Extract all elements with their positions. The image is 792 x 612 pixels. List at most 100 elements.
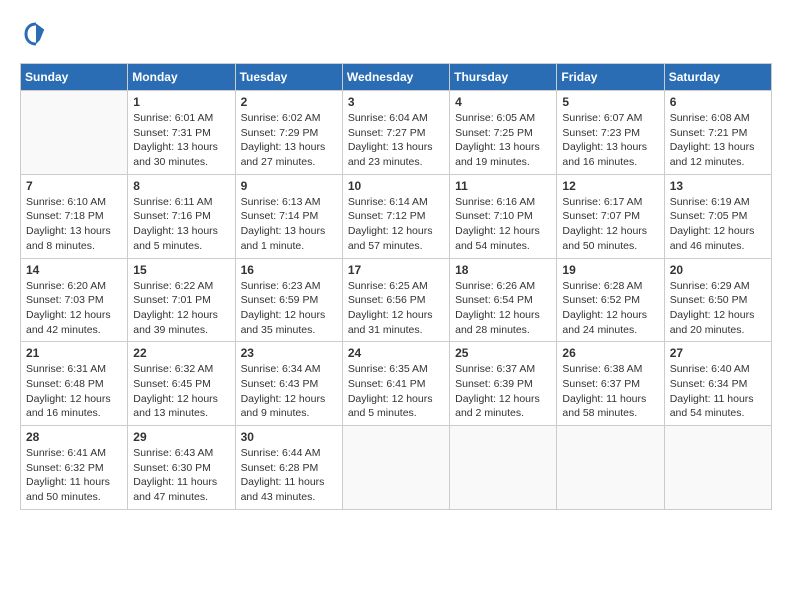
day-info: Sunrise: 6:38 AM Sunset: 6:37 PM Dayligh… <box>562 362 658 421</box>
day-info: Sunrise: 6:23 AM Sunset: 6:59 PM Dayligh… <box>241 279 337 338</box>
day-info: Sunrise: 6:20 AM Sunset: 7:03 PM Dayligh… <box>26 279 122 338</box>
calendar-cell: 10 Sunrise: 6:14 AM Sunset: 7:12 PM Dayli… <box>342 174 449 258</box>
day-info: Sunrise: 6:05 AM Sunset: 7:25 PM Dayligh… <box>455 111 551 170</box>
calendar-cell: 3 Sunrise: 6:04 AM Sunset: 7:27 PM Daylig… <box>342 91 449 175</box>
day-info: Sunrise: 6:08 AM Sunset: 7:21 PM Dayligh… <box>670 111 766 170</box>
weekday-header-thursday: Thursday <box>450 64 557 91</box>
weekday-header-wednesday: Wednesday <box>342 64 449 91</box>
calendar-cell: 24Sunrise: 6:35 AM Sunset: 6:41 PM Dayli… <box>342 342 449 426</box>
weekday-header-sunday: Sunday <box>21 64 128 91</box>
calendar-cell <box>450 426 557 510</box>
day-number: 7 <box>26 179 122 193</box>
calendar-cell: 22 Sunrise: 6:32 AM Sunset: 6:45 PM Dayli… <box>128 342 235 426</box>
calendar-cell <box>664 426 771 510</box>
day-info: Sunrise: 6:13 AM Sunset: 7:14 PM Dayligh… <box>241 195 337 254</box>
calendar-cell: 1 Sunrise: 6:01 AM Sunset: 7:31 PM Daylig… <box>128 91 235 175</box>
day-info: Sunrise: 6:37 AM Sunset: 6:39 PM Dayligh… <box>455 362 551 421</box>
day-info: Sunrise: 6:16 AM Sunset: 7:10 PM Dayligh… <box>455 195 551 254</box>
day-number: 18 <box>455 263 551 277</box>
calendar-cell: 21Sunrise: 6:31 AM Sunset: 6:48 PM Dayli… <box>21 342 128 426</box>
day-number: 26 <box>562 346 658 360</box>
day-number: 22 <box>133 346 229 360</box>
calendar-table: SundayMondayTuesdayWednesdayThursdayFrid… <box>20 63 772 510</box>
calendar-cell: 2 Sunrise: 6:02 AM Sunset: 7:29 PM Daylig… <box>235 91 342 175</box>
day-number: 16 <box>241 263 337 277</box>
day-info: Sunrise: 6:01 AM Sunset: 7:31 PM Dayligh… <box>133 111 229 170</box>
day-number: 20 <box>670 263 766 277</box>
day-number: 13 <box>670 179 766 193</box>
day-number: 24 <box>348 346 444 360</box>
calendar-cell: 16 Sunrise: 6:23 AM Sunset: 6:59 PM Dayli… <box>235 258 342 342</box>
calendar-cell <box>342 426 449 510</box>
calendar-cell: 25 Sunrise: 6:37 AM Sunset: 6:39 PM Dayli… <box>450 342 557 426</box>
day-info: Sunrise: 6:22 AM Sunset: 7:01 PM Dayligh… <box>133 279 229 338</box>
calendar-cell: 28 Sunrise: 6:41 AM Sunset: 6:32 PM Dayli… <box>21 426 128 510</box>
week-row-2: 7 Sunrise: 6:10 AM Sunset: 7:18 PM Daylig… <box>21 174 772 258</box>
calendar-cell: 23 Sunrise: 6:34 AM Sunset: 6:43 PM Dayli… <box>235 342 342 426</box>
calendar-cell <box>21 91 128 175</box>
day-number: 3 <box>348 95 444 109</box>
day-number: 5 <box>562 95 658 109</box>
day-info: Sunrise: 6:04 AM Sunset: 7:27 PM Dayligh… <box>348 111 444 170</box>
page-header <box>20 20 772 53</box>
day-number: 6 <box>670 95 766 109</box>
day-number: 8 <box>133 179 229 193</box>
week-row-1: 1 Sunrise: 6:01 AM Sunset: 7:31 PM Daylig… <box>21 91 772 175</box>
day-number: 1 <box>133 95 229 109</box>
weekday-header-row: SundayMondayTuesdayWednesdayThursdayFrid… <box>21 64 772 91</box>
day-info: Sunrise: 6:11 AM Sunset: 7:16 PM Dayligh… <box>133 195 229 254</box>
calendar-cell: 15 Sunrise: 6:22 AM Sunset: 7:01 PM Dayli… <box>128 258 235 342</box>
day-info: Sunrise: 6:32 AM Sunset: 6:45 PM Dayligh… <box>133 362 229 421</box>
day-info: Sunrise: 6:44 AM Sunset: 6:28 PM Dayligh… <box>241 446 337 505</box>
day-info: Sunrise: 6:25 AM Sunset: 6:56 PM Dayligh… <box>348 279 444 338</box>
calendar-cell: 4 Sunrise: 6:05 AM Sunset: 7:25 PM Daylig… <box>450 91 557 175</box>
week-row-4: 21Sunrise: 6:31 AM Sunset: 6:48 PM Dayli… <box>21 342 772 426</box>
calendar-cell: 9 Sunrise: 6:13 AM Sunset: 7:14 PM Daylig… <box>235 174 342 258</box>
day-info: Sunrise: 6:34 AM Sunset: 6:43 PM Dayligh… <box>241 362 337 421</box>
logo <box>20 20 50 53</box>
calendar-cell: 7 Sunrise: 6:10 AM Sunset: 7:18 PM Daylig… <box>21 174 128 258</box>
day-number: 23 <box>241 346 337 360</box>
day-number: 9 <box>241 179 337 193</box>
day-number: 4 <box>455 95 551 109</box>
weekday-header-tuesday: Tuesday <box>235 64 342 91</box>
calendar-cell: 11 Sunrise: 6:16 AM Sunset: 7:10 PM Dayli… <box>450 174 557 258</box>
day-number: 15 <box>133 263 229 277</box>
day-number: 19 <box>562 263 658 277</box>
day-info: Sunrise: 6:43 AM Sunset: 6:30 PM Dayligh… <box>133 446 229 505</box>
calendar-cell: 8 Sunrise: 6:11 AM Sunset: 7:16 PM Daylig… <box>128 174 235 258</box>
day-info: Sunrise: 6:31 AM Sunset: 6:48 PM Dayligh… <box>26 362 122 421</box>
day-info: Sunrise: 6:02 AM Sunset: 7:29 PM Dayligh… <box>241 111 337 170</box>
weekday-header-saturday: Saturday <box>664 64 771 91</box>
calendar-cell: 14 Sunrise: 6:20 AM Sunset: 7:03 PM Dayli… <box>21 258 128 342</box>
day-number: 27 <box>670 346 766 360</box>
day-info: Sunrise: 6:26 AM Sunset: 6:54 PM Dayligh… <box>455 279 551 338</box>
calendar-cell: 26 Sunrise: 6:38 AM Sunset: 6:37 PM Dayli… <box>557 342 664 426</box>
calendar-cell: 17Sunrise: 6:25 AM Sunset: 6:56 PM Dayli… <box>342 258 449 342</box>
day-info: Sunrise: 6:41 AM Sunset: 6:32 PM Dayligh… <box>26 446 122 505</box>
day-number: 25 <box>455 346 551 360</box>
weekday-header-monday: Monday <box>128 64 235 91</box>
day-number: 29 <box>133 430 229 444</box>
day-info: Sunrise: 6:29 AM Sunset: 6:50 PM Dayligh… <box>670 279 766 338</box>
day-number: 10 <box>348 179 444 193</box>
calendar-cell <box>557 426 664 510</box>
day-number: 14 <box>26 263 122 277</box>
week-row-5: 28 Sunrise: 6:41 AM Sunset: 6:32 PM Dayli… <box>21 426 772 510</box>
calendar-cell: 13 Sunrise: 6:19 AM Sunset: 7:05 PM Dayli… <box>664 174 771 258</box>
calendar-cell: 20 Sunrise: 6:29 AM Sunset: 6:50 PM Dayli… <box>664 258 771 342</box>
day-info: Sunrise: 6:19 AM Sunset: 7:05 PM Dayligh… <box>670 195 766 254</box>
day-number: 28 <box>26 430 122 444</box>
day-info: Sunrise: 6:10 AM Sunset: 7:18 PM Dayligh… <box>26 195 122 254</box>
day-number: 30 <box>241 430 337 444</box>
calendar-cell: 30 Sunrise: 6:44 AM Sunset: 6:28 PM Dayli… <box>235 426 342 510</box>
calendar-cell: 6 Sunrise: 6:08 AM Sunset: 7:21 PM Daylig… <box>664 91 771 175</box>
day-info: Sunrise: 6:14 AM Sunset: 7:12 PM Dayligh… <box>348 195 444 254</box>
day-number: 2 <box>241 95 337 109</box>
day-info: Sunrise: 6:28 AM Sunset: 6:52 PM Dayligh… <box>562 279 658 338</box>
calendar-cell: 29 Sunrise: 6:43 AM Sunset: 6:30 PM Dayli… <box>128 426 235 510</box>
day-info: Sunrise: 6:07 AM Sunset: 7:23 PM Dayligh… <box>562 111 658 170</box>
day-info: Sunrise: 6:40 AM Sunset: 6:34 PM Dayligh… <box>670 362 766 421</box>
day-number: 11 <box>455 179 551 193</box>
weekday-header-friday: Friday <box>557 64 664 91</box>
